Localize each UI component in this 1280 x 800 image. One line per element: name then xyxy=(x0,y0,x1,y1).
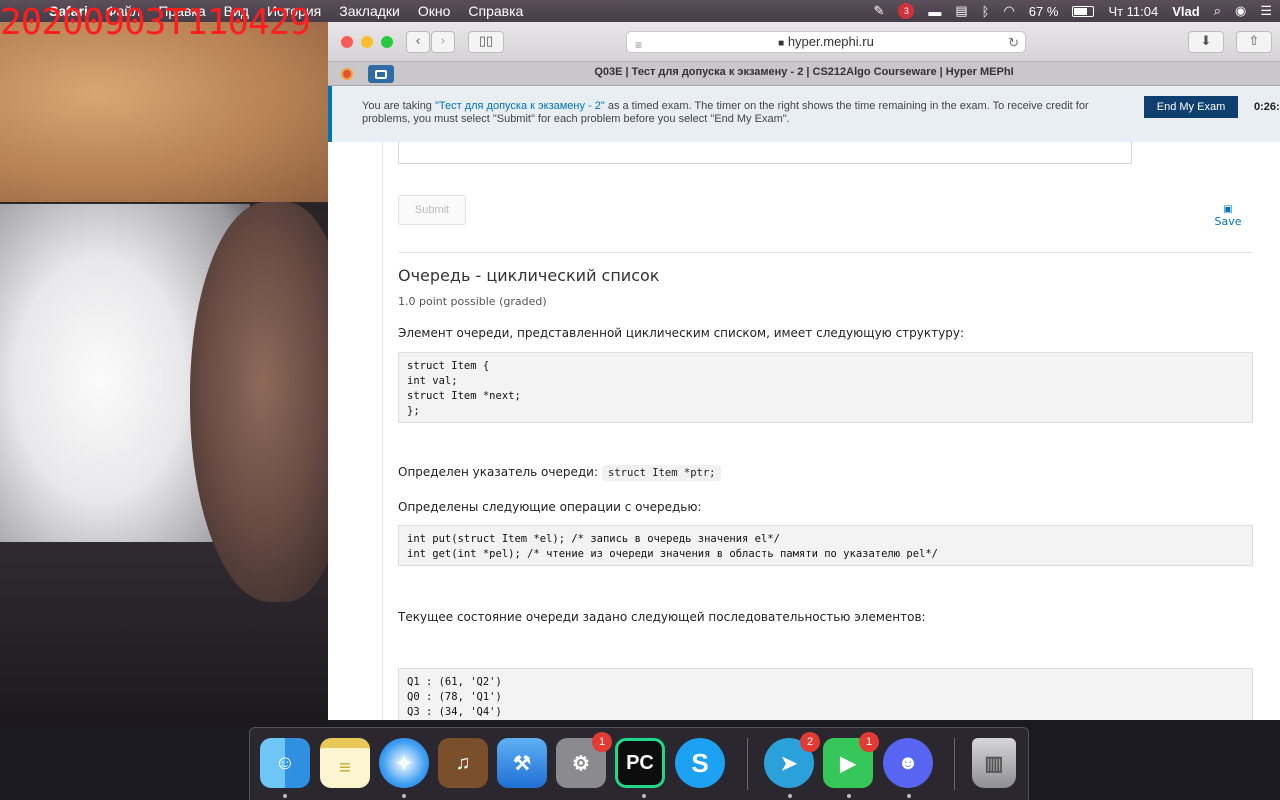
menu-window[interactable]: Окно xyxy=(409,3,460,19)
safari-window: ‹ › ▯▯ ≡ ■ hyper.mephi.ru ↻ ⬇ ⇧ Q03E | Т… xyxy=(328,22,1280,720)
input-language-flag-icon[interactable]: ▤ xyxy=(955,3,967,19)
telegram-running-indicator xyxy=(788,794,792,798)
lock-icon: ■ xyxy=(778,38,785,49)
divider xyxy=(398,252,1252,253)
courseware-content: Submit ▣ Save Очередь - циклический спис… xyxy=(328,142,1280,720)
operations-code-block: int put(struct Item *el); /* запись в оч… xyxy=(398,525,1253,566)
recording-timestamp: 20200903T110429 xyxy=(0,2,311,43)
garageband-icon[interactable]: ♫ xyxy=(438,738,488,788)
facetime-icon[interactable]: ▶ 1 xyxy=(823,732,879,788)
facetime-badge: 1 xyxy=(859,732,879,752)
battery-percent: 67 % xyxy=(1028,3,1059,19)
sidebar-icon[interactable]: ▯▯ xyxy=(468,31,504,53)
struct-code-block: struct Item { int val; struct Item *next… xyxy=(398,352,1253,423)
end-my-exam-button[interactable]: End My Exam xyxy=(1144,96,1238,118)
macos-dock: ☺ ≡ ✧ ♫ ⚒ ⚙ 1 PC S ➤ 2 ▶ 1 ☻ ▥ xyxy=(249,727,1029,800)
pen-tool-icon[interactable]: ✎ xyxy=(873,3,884,19)
chat-icon[interactable]: ▬ xyxy=(928,4,941,19)
fullscreen-window-button[interactable] xyxy=(381,36,393,48)
save-icon: ▣ xyxy=(1223,204,1233,215)
notes-icon[interactable]: ≡ xyxy=(320,738,370,788)
dock-separator xyxy=(747,738,748,790)
battery-icon[interactable] xyxy=(1072,5,1095,17)
content-left-border xyxy=(382,142,383,720)
finder-running-indicator xyxy=(283,794,287,798)
tab-bar: Q03E | Тест для допуска к экзамену - 2 |… xyxy=(328,62,1280,86)
system-preferences-icon[interactable]: ⚙ 1 xyxy=(556,732,612,788)
webcam-background-lamp xyxy=(0,22,328,202)
pointer-paragraph: Определен указатель очереди: struct Item … xyxy=(398,465,722,481)
problem-points: 1.0 point possible (graded) xyxy=(398,295,547,308)
wifi-icon[interactable]: ◠ xyxy=(1003,3,1014,19)
queue-state-paragraph: Текущее состояние очереди задано следующ… xyxy=(398,610,926,624)
close-window-button[interactable] xyxy=(341,36,353,48)
share-icon[interactable]: ⇧ xyxy=(1236,31,1272,53)
system-preferences-badge: 1 xyxy=(592,732,612,752)
menu-bookmarks[interactable]: Закладки xyxy=(330,3,409,19)
pointer-inline-code: struct Item *ptr; xyxy=(602,465,722,481)
address-url: hyper.mephi.ru xyxy=(787,34,874,49)
reader-view-icon[interactable]: ≡ xyxy=(635,35,642,55)
queue-state-code-block: Q1 : (61, 'Q2') Q0 : (78, 'Q1') Q3 : (34… xyxy=(398,668,1253,720)
discord-icon[interactable]: ☻ xyxy=(883,738,933,788)
problem-title: Очередь - циклический список xyxy=(398,266,660,285)
skype-icon[interactable]: S xyxy=(675,738,725,788)
active-tab-title[interactable]: Q03E | Тест для допуска к экзамену - 2 |… xyxy=(328,66,1280,78)
pycharm-icon[interactable]: PC xyxy=(615,738,665,788)
pycharm-running-indicator xyxy=(642,794,646,798)
browser-toolbar: ‹ › ▯▯ ≡ ■ hyper.mephi.ru ↻ ⬇ ⇧ xyxy=(328,22,1280,62)
trash-icon[interactable]: ▥ xyxy=(972,738,1016,788)
notification-center-icon[interactable]: ☰ xyxy=(1260,3,1272,19)
siri-icon[interactable]: ◉ xyxy=(1235,3,1246,19)
notification-badge-icon[interactable]: 3 xyxy=(898,3,915,19)
safari-icon[interactable]: ✧ xyxy=(379,738,429,788)
back-button[interactable]: ‹ xyxy=(406,31,430,53)
downloads-icon[interactable]: ⬇ xyxy=(1188,31,1224,53)
operations-paragraph: Определены следующие операции с очередью… xyxy=(398,500,702,514)
xcode-icon[interactable]: ⚒ xyxy=(497,738,547,788)
clock[interactable]: Чт 11:04 xyxy=(1108,4,1158,19)
spotlight-search-icon[interactable]: ⌕ xyxy=(1214,3,1221,19)
previous-answer-box[interactable] xyxy=(398,142,1132,164)
bluetooth-icon[interactable]: ᛒ xyxy=(982,4,990,19)
save-button[interactable]: ▣ Save xyxy=(1210,204,1246,228)
problem-intro: Элемент очереди, представленной цикличес… xyxy=(398,326,964,340)
dock-separator-trash xyxy=(954,738,955,790)
facetime-running-indicator xyxy=(847,794,851,798)
user-name[interactable]: Vlad xyxy=(1172,4,1199,19)
exam-name-link[interactable]: "Тест для допуска к экзамену - 2" xyxy=(435,100,605,112)
telegram-badge: 2 xyxy=(800,732,820,752)
submit-button[interactable]: Submit xyxy=(398,195,466,225)
timed-exam-banner: You are taking "Тест для допуска к экзам… xyxy=(328,86,1280,142)
reload-icon[interactable]: ↻ xyxy=(1008,33,1019,53)
telegram-icon[interactable]: ➤ 2 xyxy=(764,732,820,788)
finder-icon[interactable]: ☺ xyxy=(260,738,310,788)
exam-timer: 0:26: xyxy=(1254,101,1280,113)
save-label: Save xyxy=(1214,215,1242,228)
discord-running-indicator xyxy=(907,794,911,798)
minimize-window-button[interactable] xyxy=(361,36,373,48)
exam-notice-text: You are taking "Тест для допуска к экзам… xyxy=(362,100,1089,125)
safari-running-indicator xyxy=(402,794,406,798)
webcam-feed xyxy=(0,22,328,727)
menu-help[interactable]: Справка xyxy=(459,3,532,19)
address-bar[interactable]: ≡ ■ hyper.mephi.ru ↻ xyxy=(626,31,1026,53)
forward-button[interactable]: › xyxy=(431,31,455,53)
